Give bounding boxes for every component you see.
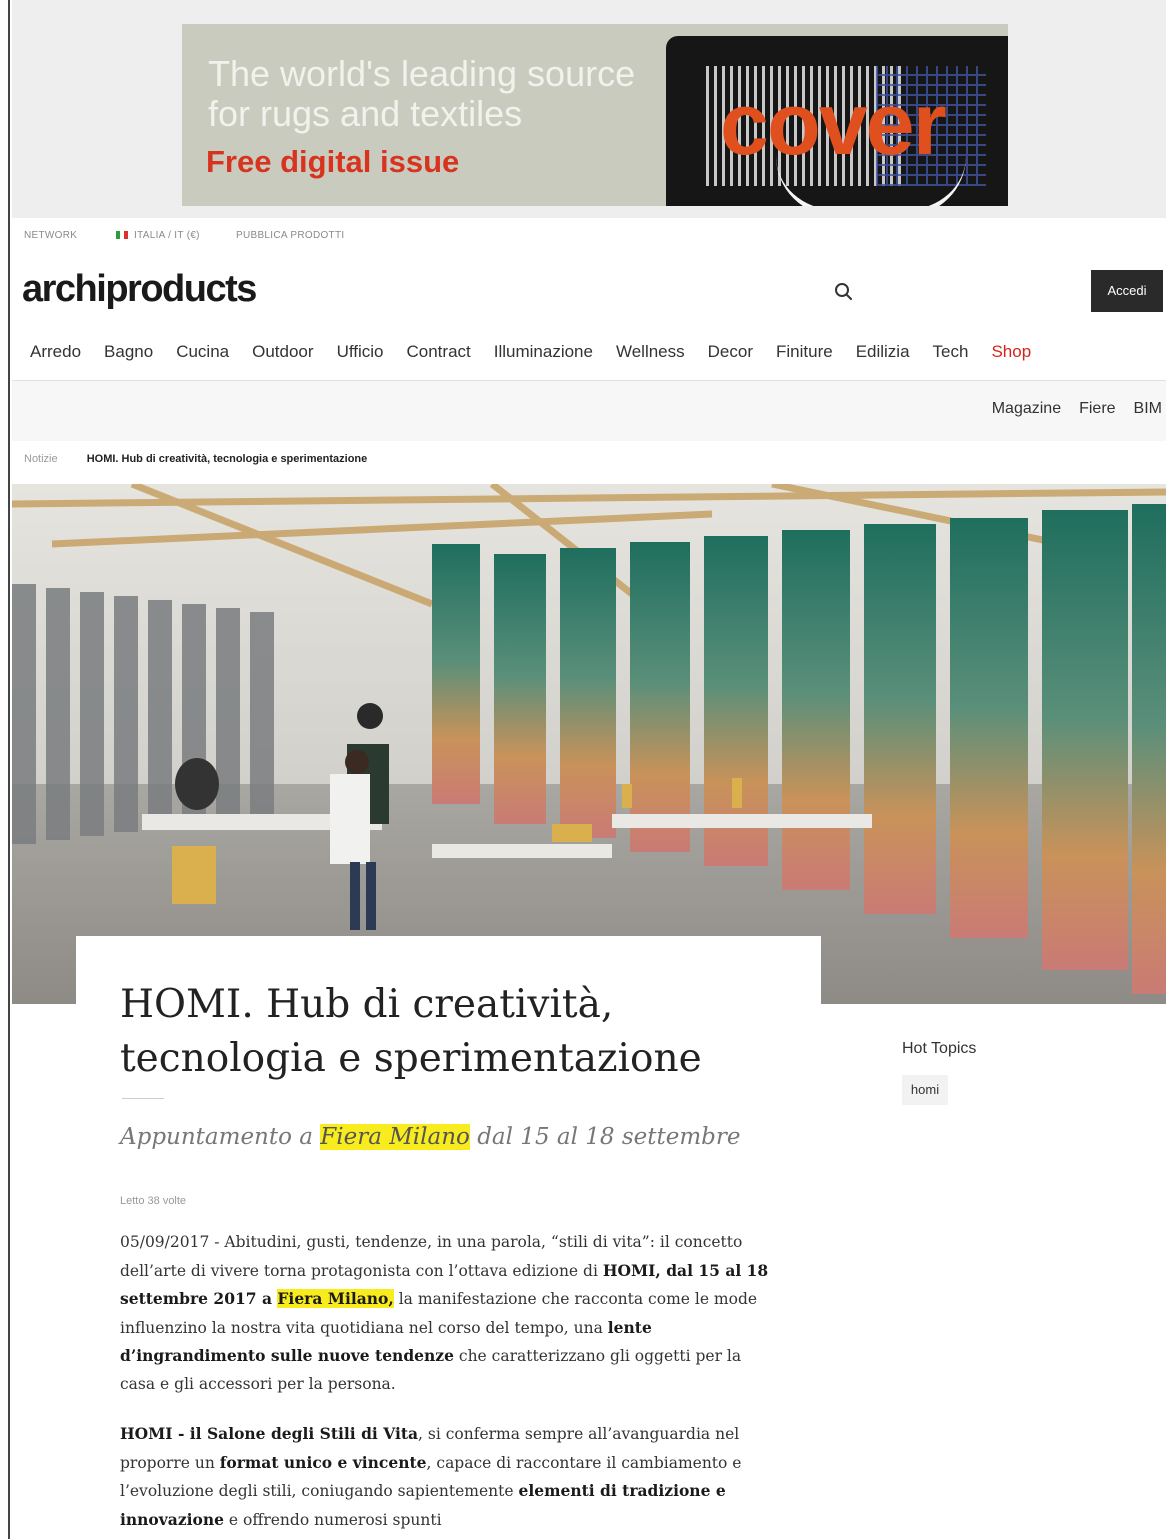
nav-item-ufficio[interactable]: Ufficio	[337, 342, 384, 366]
article-paragraph-1: 05/09/2017 - Abitudini, gusti, tendenze,…	[120, 1229, 780, 1398]
subtitle-pre: Appuntamento a	[120, 1124, 321, 1150]
read-count: Letto 38 volte	[120, 1195, 187, 1207]
site-logo[interactable]: archiproducts	[22, 268, 257, 311]
nav-item-arredo[interactable]: Arredo	[30, 342, 81, 366]
utility-bar: NETWORK ITALIA / IT (€) PUBBLICA PRODOTT…	[12, 218, 1166, 254]
nav-item-finiture[interactable]: Finiture	[776, 342, 833, 366]
title-divider	[122, 1098, 164, 1099]
nav-item-tech[interactable]: Tech	[933, 342, 969, 366]
ad-magazine-cover: cover	[666, 36, 1008, 206]
nav-item-edilizia[interactable]: Edilizia	[856, 342, 910, 366]
ad-cover-logo: cover	[720, 74, 947, 173]
country-label: ITALIA / IT (€)	[134, 230, 200, 241]
article-paragraph-2: HOMI - il Salone degli Stili di Vita, si…	[120, 1420, 780, 1534]
p1-highlight: Fiera Milano,	[277, 1289, 394, 1308]
article-title: HOMI. Hub di creatività, tecnologia e sp…	[120, 978, 800, 1086]
nav-item-wellness[interactable]: Wellness	[616, 342, 685, 366]
breadcrumb-current: HOMI. Hub di creatività, tecnologia e sp…	[86, 453, 368, 465]
sub-nav: Magazine Fiere BIM	[992, 400, 1162, 418]
p2-bold-1: HOMI - il Salone degli Stili di Vita	[120, 1424, 419, 1443]
subtitle-post: dal 15 al 18 settembre	[469, 1124, 741, 1150]
nav-item-decor[interactable]: Decor	[708, 342, 753, 366]
article-subtitle: Appuntamento a Fiera Milano dal 15 al 18…	[120, 1124, 741, 1150]
main-nav: Arredo Bagno Cucina Outdoor Ufficio Cont…	[30, 342, 1054, 366]
breadcrumb-parent[interactable]: Notizie	[24, 453, 58, 465]
nav-item-outdoor[interactable]: Outdoor	[252, 342, 313, 366]
italy-flag-icon	[116, 231, 128, 239]
article-title-line2: tecnologia e sperimentazione	[120, 1036, 702, 1081]
hot-topics-title: Hot Topics	[902, 1040, 977, 1057]
sub-nav-fiere[interactable]: Fiere	[1079, 400, 1115, 418]
ad-headline-line2: for rugs and textiles	[208, 93, 523, 134]
hot-topic-tag[interactable]: homi	[902, 1075, 948, 1105]
left-edge-rule	[8, 0, 10, 1539]
ad-smile-graphic	[776, 156, 966, 206]
subtitle-highlight: Fiera Milano	[320, 1124, 470, 1150]
sub-nav-magazine[interactable]: Magazine	[992, 400, 1061, 418]
publish-products-link[interactable]: PUBBLICA PRODOTTI	[236, 230, 344, 241]
ad-headline-line1: The world's leading source	[208, 53, 636, 94]
p2-text-3: e offrendo numerosi spunti	[223, 1510, 442, 1529]
network-link[interactable]: NETWORK	[24, 230, 77, 241]
p2-bold-2: format unico e vincente	[219, 1452, 427, 1472]
sub-nav-bim[interactable]: BIM	[1134, 400, 1162, 418]
nav-item-contract[interactable]: Contract	[407, 342, 471, 366]
country-selector[interactable]: ITALIA / IT (€)	[116, 230, 200, 241]
nav-item-illuminazione[interactable]: Illuminazione	[494, 342, 593, 366]
nav-item-shop[interactable]: Shop	[991, 342, 1031, 366]
article-title-line1: HOMI. Hub di creatività,	[120, 982, 614, 1027]
search-icon[interactable]	[832, 280, 856, 304]
nav-item-cucina[interactable]: Cucina	[176, 342, 229, 366]
advertisement-banner[interactable]: The world's leading source for rugs and …	[182, 24, 1008, 206]
ad-cta[interactable]: Free digital issue	[206, 144, 459, 180]
nav-item-bagno[interactable]: Bagno	[104, 342, 153, 366]
login-button[interactable]: Accedi	[1091, 270, 1163, 312]
breadcrumb: Notizie HOMI. Hub di creatività, tecnolo…	[24, 453, 367, 465]
hero-image	[12, 484, 1166, 1004]
exhibition-hall-illustration	[12, 484, 1166, 1004]
